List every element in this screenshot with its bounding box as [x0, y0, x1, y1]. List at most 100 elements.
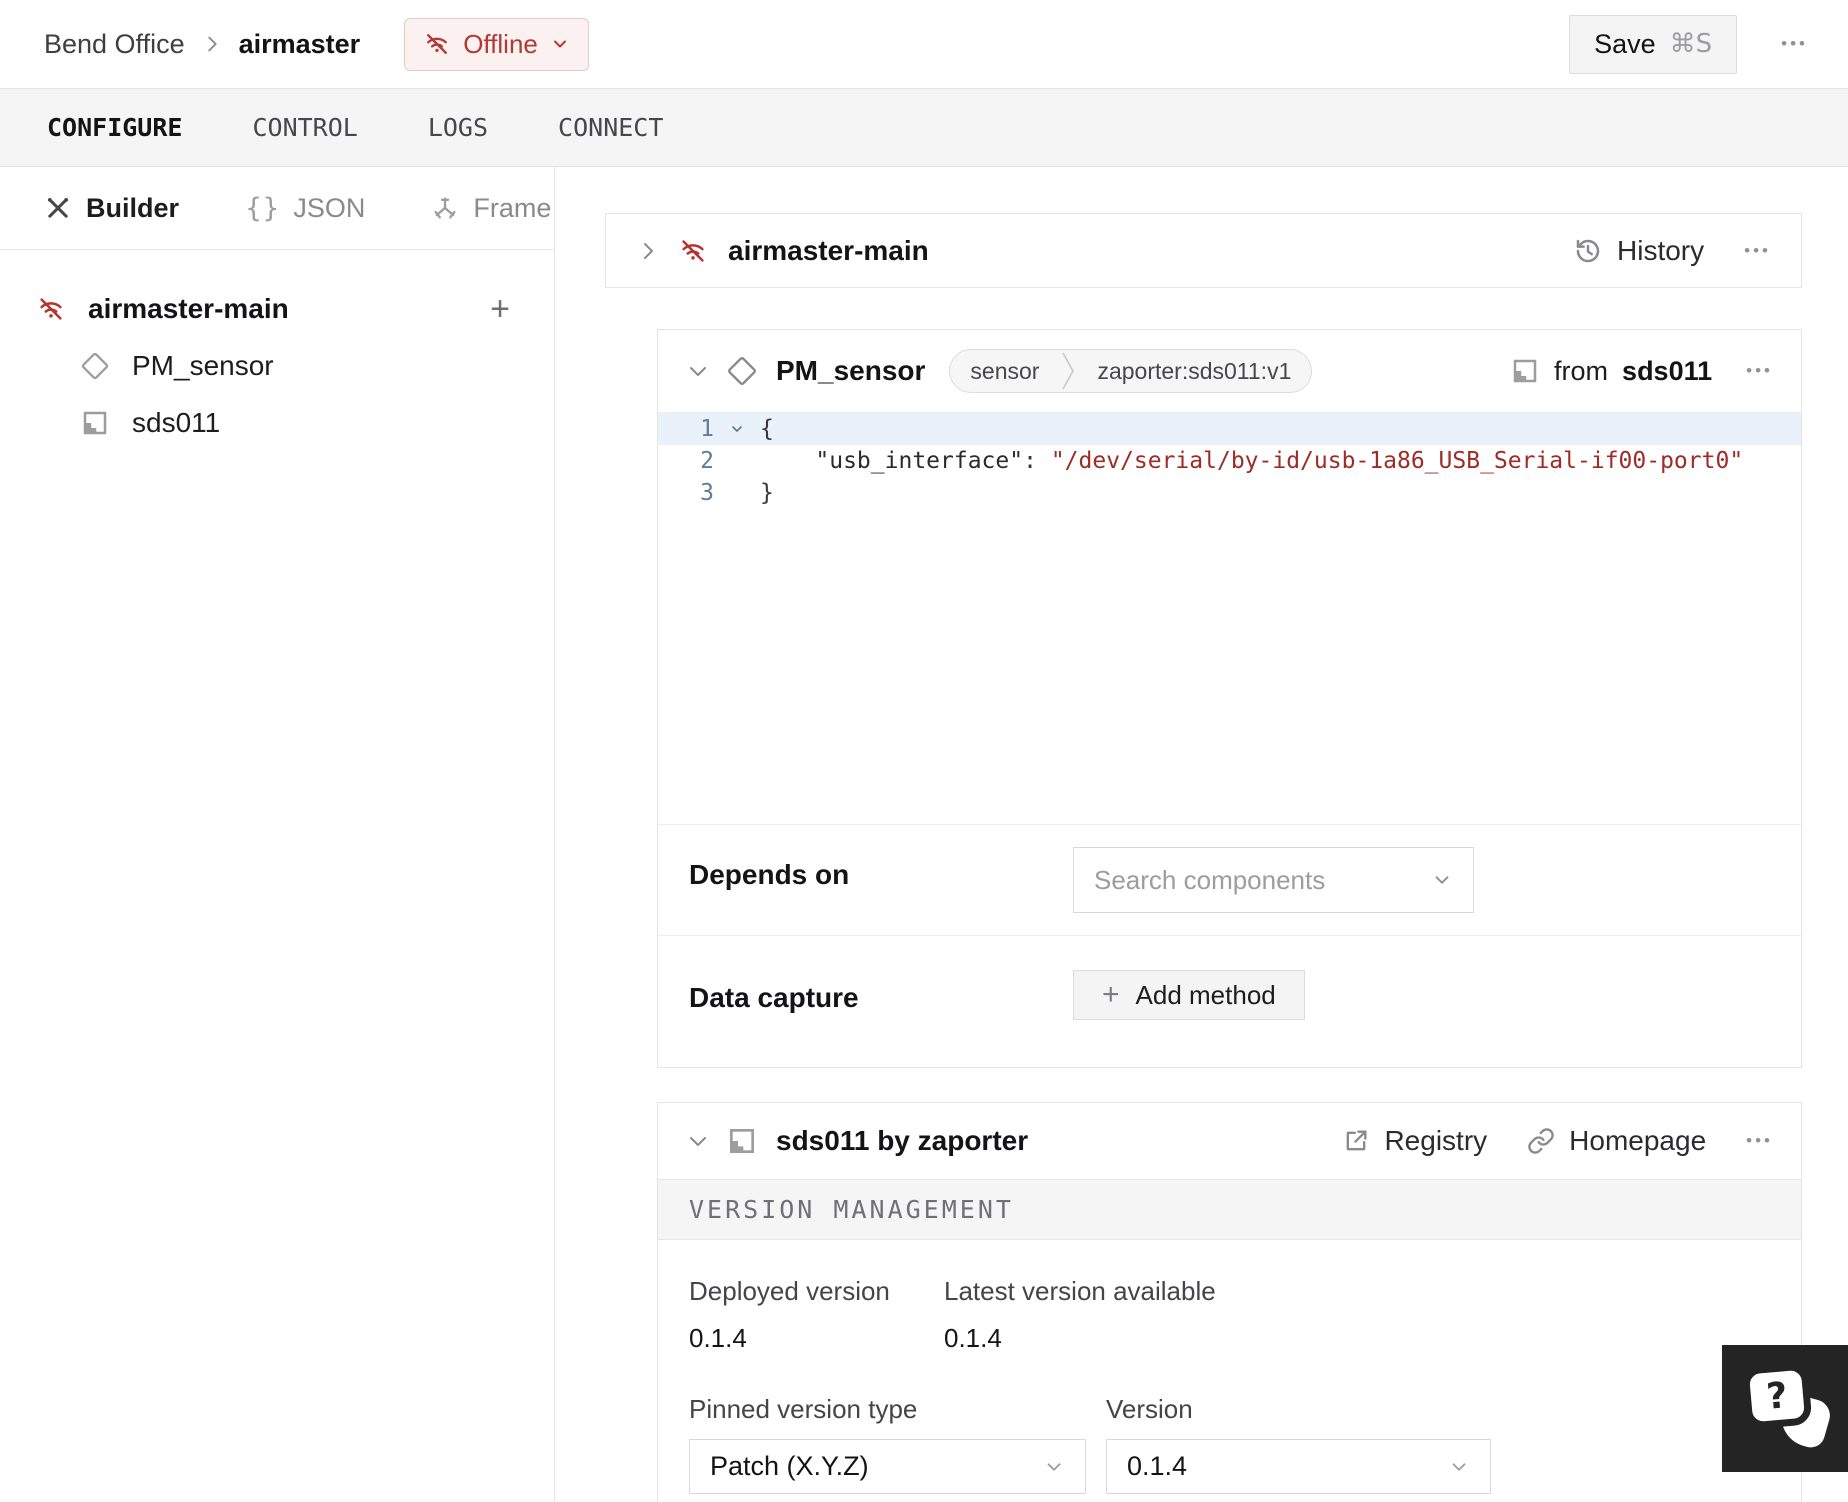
component-diamond-icon: [80, 351, 110, 381]
homepage-link[interactable]: Homepage: [1527, 1125, 1706, 1157]
tree-item-label: PM_sensor: [132, 349, 274, 381]
component-card-menu[interactable]: •••: [1746, 361, 1773, 381]
line-number: 2: [700, 448, 714, 474]
topbar-overflow-menu[interactable]: •••: [1781, 34, 1808, 54]
from-module-link[interactable]: from sds011: [1510, 356, 1712, 387]
deployed-version-value: 0.1.4: [689, 1323, 747, 1353]
save-button[interactable]: Save ⌘S: [1569, 14, 1738, 74]
machine-status-dropdown[interactable]: Offline: [404, 17, 589, 71]
external-link-icon: [1342, 1127, 1370, 1155]
version-select[interactable]: 0.1.4: [1106, 1439, 1491, 1494]
module-card-header: sds011 by zaporter Registry Homepage •••: [658, 1103, 1801, 1179]
deployed-version-label: Deployed version: [689, 1276, 890, 1306]
code-line: 3 }: [658, 477, 1801, 509]
collapse-chevron-down-icon[interactable]: [686, 359, 710, 383]
add-method-button[interactable]: + Add method: [1073, 970, 1305, 1020]
latest-version-label: Latest version available: [944, 1276, 1216, 1306]
depends-on-label: Depends on: [689, 859, 850, 890]
offline-icon: [36, 294, 66, 324]
part-card-menu[interactable]: •••: [1744, 241, 1771, 261]
tab-configure[interactable]: CONFIGURE: [47, 113, 182, 142]
from-module-name: sds011: [1622, 355, 1713, 386]
line-number: 3: [700, 480, 714, 506]
history-button[interactable]: History: [1573, 235, 1704, 267]
tab-connect[interactable]: CONNECT: [558, 113, 663, 142]
add-component-button[interactable]: +: [490, 292, 510, 326]
code-line: 1 {: [658, 413, 1801, 445]
mode-builder[interactable]: Builder: [44, 193, 179, 224]
expand-chevron-right-icon[interactable]: [636, 239, 660, 263]
attributes-code-editor[interactable]: 1 { 2 "usb_interface": "/dev/serial/by-i…: [658, 412, 1801, 824]
chevron-down-icon: [1448, 1456, 1470, 1478]
code-token-string: "/dev/serial/by-id/usb-1a86_USB_Serial-i…: [1050, 448, 1744, 474]
config-main-panel: airmaster-main History ••• PM_sensor sen…: [555, 167, 1848, 1502]
type-badge: sensor: [970, 358, 1040, 384]
machine-part-card: airmaster-main History •••: [605, 213, 1802, 288]
chevron-down-icon: [1431, 869, 1453, 891]
fold-chevron-icon[interactable]: [714, 413, 760, 445]
depends-on-select[interactable]: Search components: [1073, 847, 1474, 913]
badge-divider-chevron-icon: [1059, 350, 1077, 392]
mode-json-label: JSON: [293, 192, 366, 223]
help-button[interactable]: ?: [1722, 1345, 1848, 1472]
version-label: Version: [1106, 1394, 1193, 1424]
version-management-content: Deployed version 0.1.4 Latest version av…: [658, 1240, 1801, 1494]
save-shortcut: ⌘S: [1669, 29, 1713, 59]
history-label: History: [1617, 234, 1705, 266]
add-method-label: Add method: [1135, 979, 1276, 1010]
registry-label: Registry: [1384, 1125, 1488, 1156]
version-management-section-header: VERSION MANAGEMENT: [658, 1179, 1801, 1240]
depends-on-placeholder: Search components: [1094, 864, 1326, 895]
registry-link[interactable]: Registry: [1342, 1125, 1487, 1157]
line-number: 1: [700, 416, 714, 442]
tree-item-label: sds011: [132, 406, 221, 438]
offline-icon: [423, 30, 451, 58]
component-card-header: PM_sensor sensor zaporter:sds011:v1 from…: [658, 330, 1801, 412]
history-clock-icon: [1573, 236, 1603, 266]
component-card-pm-sensor: PM_sensor sensor zaporter:sds011:v1 from…: [657, 329, 1802, 1068]
tree-item-airmaster-main[interactable]: airmaster-main +: [0, 280, 554, 337]
braces-icon: {}: [245, 192, 280, 224]
from-prefix: from: [1554, 355, 1609, 386]
data-capture-section: Data capture + Add method: [658, 935, 1801, 1067]
machine-name: airmaster: [238, 28, 361, 59]
plus-icon: +: [1102, 978, 1120, 1011]
module-card-menu[interactable]: •••: [1746, 1131, 1773, 1151]
tree-item-sds011[interactable]: sds011: [0, 394, 554, 451]
depends-on-section: Depends on Search components: [658, 824, 1801, 935]
code-token: {: [760, 416, 774, 442]
pinned-version-type-label: Pinned version type: [689, 1394, 918, 1424]
tools-icon: [44, 194, 72, 222]
pinned-version-type-select[interactable]: Patch (X.Y.Z): [689, 1439, 1086, 1494]
tab-logs[interactable]: LOGS: [428, 113, 488, 142]
help-question-icon: ?: [1741, 1362, 1813, 1430]
tree-item-pm-sensor[interactable]: PM_sensor: [0, 337, 554, 394]
module-card-sds011: sds011 by zaporter Registry Homepage •••…: [657, 1102, 1802, 1502]
pinned-version-type-value: Patch (X.Y.Z): [710, 1451, 869, 1481]
component-tree: airmaster-main + PM_sensor sds011: [0, 250, 554, 451]
mode-frame-label: Frame: [473, 192, 552, 223]
latest-version-value: 0.1.4: [944, 1323, 1002, 1353]
breadcrumb-location[interactable]: Bend Office: [44, 29, 185, 60]
mode-json[interactable]: {} JSON: [245, 193, 365, 224]
chevron-right-icon: [201, 33, 223, 55]
breadcrumb: Bend Office airmaster: [44, 29, 360, 60]
code-token-key: "usb_interface": [760, 448, 1024, 474]
data-capture-label: Data capture: [689, 982, 859, 1013]
collapse-chevron-down-icon[interactable]: [686, 1129, 710, 1153]
mode-builder-label: Builder: [86, 192, 180, 223]
chain-link-icon: [1527, 1127, 1555, 1155]
version-value: 0.1.4: [1127, 1451, 1188, 1481]
main-tab-bar: CONFIGURE CONTROL LOGS CONNECT: [0, 88, 1848, 167]
homepage-label: Homepage: [1569, 1125, 1707, 1156]
topbar-actions: Save ⌘S •••: [1569, 14, 1808, 74]
component-diamond-icon: [726, 355, 758, 387]
module-icon: [80, 408, 110, 438]
tab-control[interactable]: CONTROL: [252, 113, 357, 142]
mode-frame[interactable]: Frame: [431, 193, 551, 224]
part-card-title: airmaster-main: [728, 234, 929, 266]
module-icon: [726, 1125, 758, 1157]
page: Bend Office airmaster Offline Save ⌘S ••…: [0, 0, 1848, 1502]
chevron-down-icon: [550, 34, 570, 54]
frame-axes-icon: [431, 194, 459, 222]
